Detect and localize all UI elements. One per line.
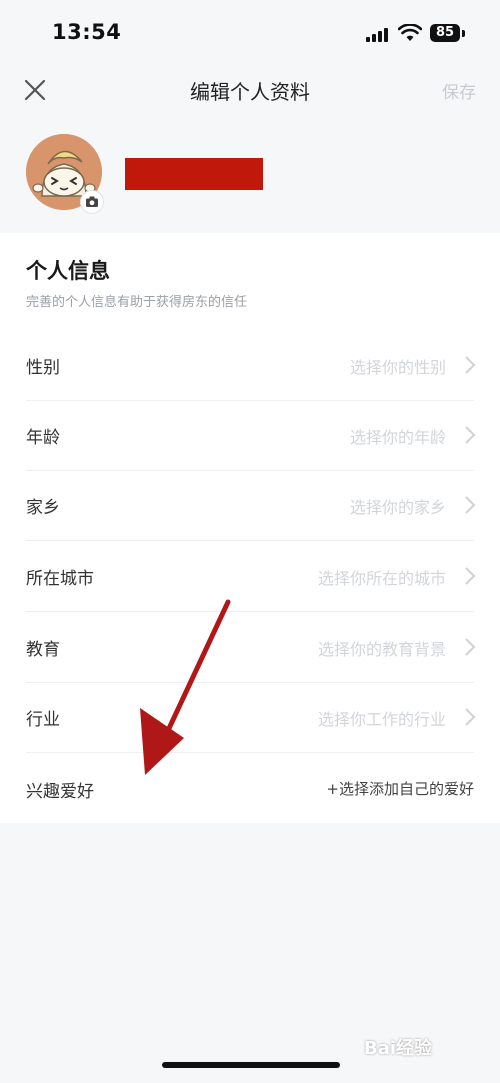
row-label: 兴趣爱好 [26,782,94,802]
chevron-right-icon [465,567,476,585]
chevron-right-icon [465,638,476,656]
add-hobbies-link[interactable]: +选择添加自己的爱好 [326,778,474,799]
row-city[interactable]: 所在城市 选择你所在的城市 [0,542,500,612]
username-redacted [125,158,263,190]
row-hometown[interactable]: 家乡 选择你的家乡 [0,471,500,541]
row-value: 选择你所在的城市 [317,569,446,588]
divider [26,611,474,612]
camera-icon[interactable] [80,190,104,214]
row-value: 选择你的教育背景 [317,640,446,659]
chevron-right-icon [465,356,476,374]
chevron-right-icon [465,496,476,514]
page-title: 编辑个人资料 [190,80,310,104]
row-industry[interactable]: 行业 选择你工作的行业 [0,683,500,753]
nav-bar: 编辑个人资料 保存 [0,66,500,116]
row-label: 教育 [26,640,60,660]
watermark: Bai经验 [364,1038,433,1059]
save-button[interactable]: 保存 [442,78,476,103]
row-label: 家乡 [26,498,60,518]
row-label: 行业 [26,710,60,730]
row-label: 年龄 [26,428,60,448]
wifi-icon [398,24,422,41]
profile-header [0,126,500,232]
divider [26,540,474,541]
row-value: 选择你的家乡 [349,498,446,517]
row-education[interactable]: 教育 选择你的教育背景 [0,613,500,683]
row-label: 所在城市 [26,569,94,589]
row-value: 选择你的性别 [349,358,446,377]
row-value: 选择你工作的行业 [317,710,446,729]
row-age[interactable]: 年龄 选择你的年龄 [0,401,500,471]
status-bar: 13:54 85 [0,0,500,66]
status-time: 13:54 [52,20,122,44]
cellular-signal-icon [366,28,388,42]
battery-indicator: 85 [430,24,460,42]
row-value: 选择你的年龄 [349,428,446,447]
chevron-right-icon [465,426,476,444]
row-hobbies[interactable]: 兴趣爱好 +选择添加自己的爱好 [0,755,500,825]
row-label: 性别 [26,358,60,378]
divider [26,752,474,753]
row-gender[interactable]: 性别 选择你的性别 [0,331,500,401]
battery-tip [462,30,465,37]
section-subtitle: 完善的个人信息有助于获得房东的信任 [26,295,248,310]
chevron-right-icon [465,708,476,726]
personal-info-section: 个人信息 完善的个人信息有助于获得房东的信任 性别 选择你的性别 年龄 选择你的… [0,233,500,823]
section-title: 个人信息 [26,259,110,283]
home-indicator [162,1062,340,1068]
